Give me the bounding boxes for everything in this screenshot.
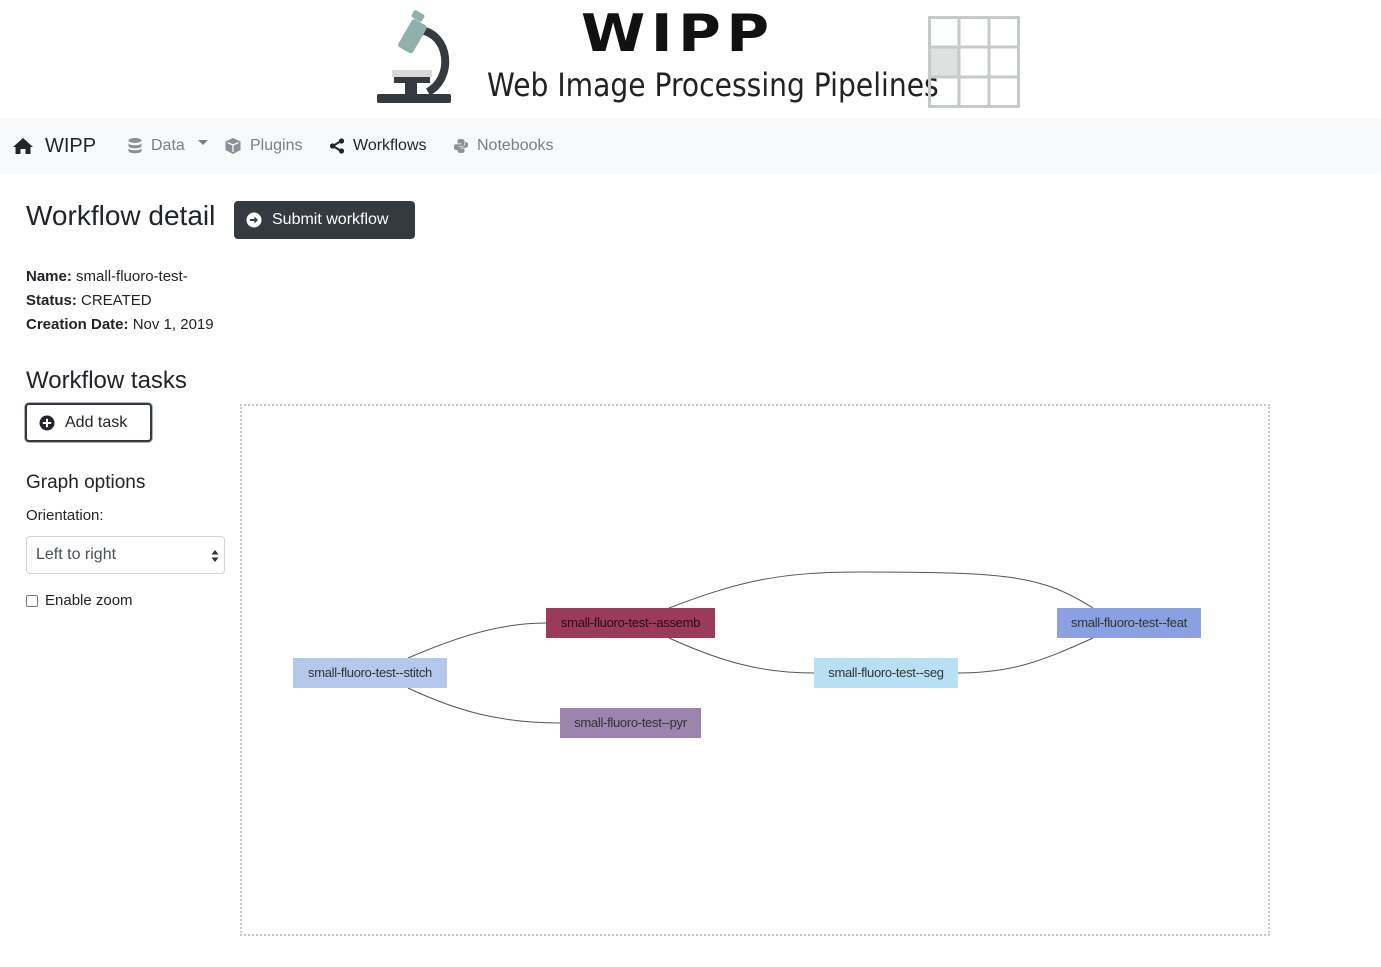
wipp-wordmark: WIPP <box>581 4 775 64</box>
workflow-node-seg[interactable]: small-fluoro-test--seg <box>814 658 958 688</box>
add-task-label: Add task <box>65 413 128 431</box>
submit-workflow-button[interactable]: Submit workflow <box>234 201 415 239</box>
workflow-name-label: Name: <box>26 268 72 285</box>
nav-item-data[interactable]: Data <box>127 118 185 174</box>
nav-item-data-label: Data <box>151 137 185 154</box>
enable-zoom-checkbox[interactable] <box>26 594 38 607</box>
add-task-button[interactable]: Add task <box>25 403 152 442</box>
nav-item-workflows-label: Workflows <box>353 137 427 154</box>
arrow-circle-right-icon <box>246 212 262 228</box>
workflow-graph[interactable]: small-fluoro-test--stitch small-fluoro-te… <box>240 404 1270 936</box>
workflow-name-line: Name: small-fluoro-test- <box>26 268 188 285</box>
orientation-label: Orientation: <box>26 507 104 524</box>
orientation-select[interactable]: Left to right <box>26 536 225 574</box>
enable-zoom-label: Enable zoom <box>45 592 133 609</box>
nav-item-plugins[interactable]: Plugins <box>224 118 302 174</box>
workflow-edge-seg-feat <box>957 637 1094 674</box>
enable-zoom-toggle[interactable]: Enable zoom <box>26 592 133 609</box>
header-banner: WIPP Web Image Processing Pipelines <box>0 0 1381 118</box>
workflow-status-value: CREATED <box>81 292 152 309</box>
workflow-node-stitch[interactable]: small-fluoro-test--stitch <box>293 658 447 688</box>
workflow-status-label: Status: <box>26 292 77 309</box>
workflow-date-label: Creation Date: <box>26 316 129 333</box>
workflow-date-line: Creation Date: Nov 1, 2019 <box>26 316 214 333</box>
workflow-edge-stitch-pyr <box>407 687 561 724</box>
home-icon <box>13 138 33 154</box>
select-arrows-icon <box>211 550 219 562</box>
data-dropdown-caret-icon[interactable] <box>198 140 208 145</box>
workflow-node-pyr[interactable]: small-fluoro-test--pyr <box>560 708 701 738</box>
workflow-edge-stitch-assemb <box>407 622 547 659</box>
database-icon <box>128 138 142 154</box>
microscope-logo-icon <box>377 10 451 103</box>
nav-item-notebooks-label: Notebooks <box>477 137 554 154</box>
orientation-selected-value: Left to right <box>36 546 117 563</box>
submit-workflow-label: Submit workflow <box>272 211 389 228</box>
graph-options-title: Graph options <box>26 472 146 493</box>
nav-item-workflows[interactable]: Workflows <box>329 118 427 174</box>
navbar-brand-home[interactable]: WIPP <box>12 118 96 174</box>
image-grid-logo-icon <box>928 16 1020 108</box>
wipp-subtitle: Web Image Processing Pipelines <box>487 66 939 104</box>
workflow-status-line: Status: CREATED <box>26 292 152 309</box>
workflow-date-value: Nov 1, 2019 <box>132 316 214 333</box>
page-title: Workflow detail <box>26 200 216 231</box>
nav-item-notebooks[interactable]: Notebooks <box>453 118 554 174</box>
workflow-node-assemb[interactable]: small-fluoro-test--assemb <box>546 608 715 638</box>
workflow-edge-assemb-feat <box>668 571 1094 609</box>
workflow-edge-assemb-seg <box>668 637 815 674</box>
main-navbar: WIPP Data Plugins Workflows Notebooks <box>0 118 1381 174</box>
workflow-tasks-title: Workflow tasks <box>26 367 187 394</box>
workflow-node-feat[interactable]: small-fluoro-test--feat <box>1057 608 1201 638</box>
cube-icon <box>225 138 241 154</box>
plus-circle-icon <box>39 415 55 430</box>
navbar-brand-label: WIPP <box>45 134 97 157</box>
share-nodes-icon <box>329 138 345 154</box>
workflow-name-value: small-fluoro-test- <box>76 268 188 285</box>
nav-item-plugins-label: Plugins <box>250 137 303 154</box>
python-icon <box>454 139 468 153</box>
